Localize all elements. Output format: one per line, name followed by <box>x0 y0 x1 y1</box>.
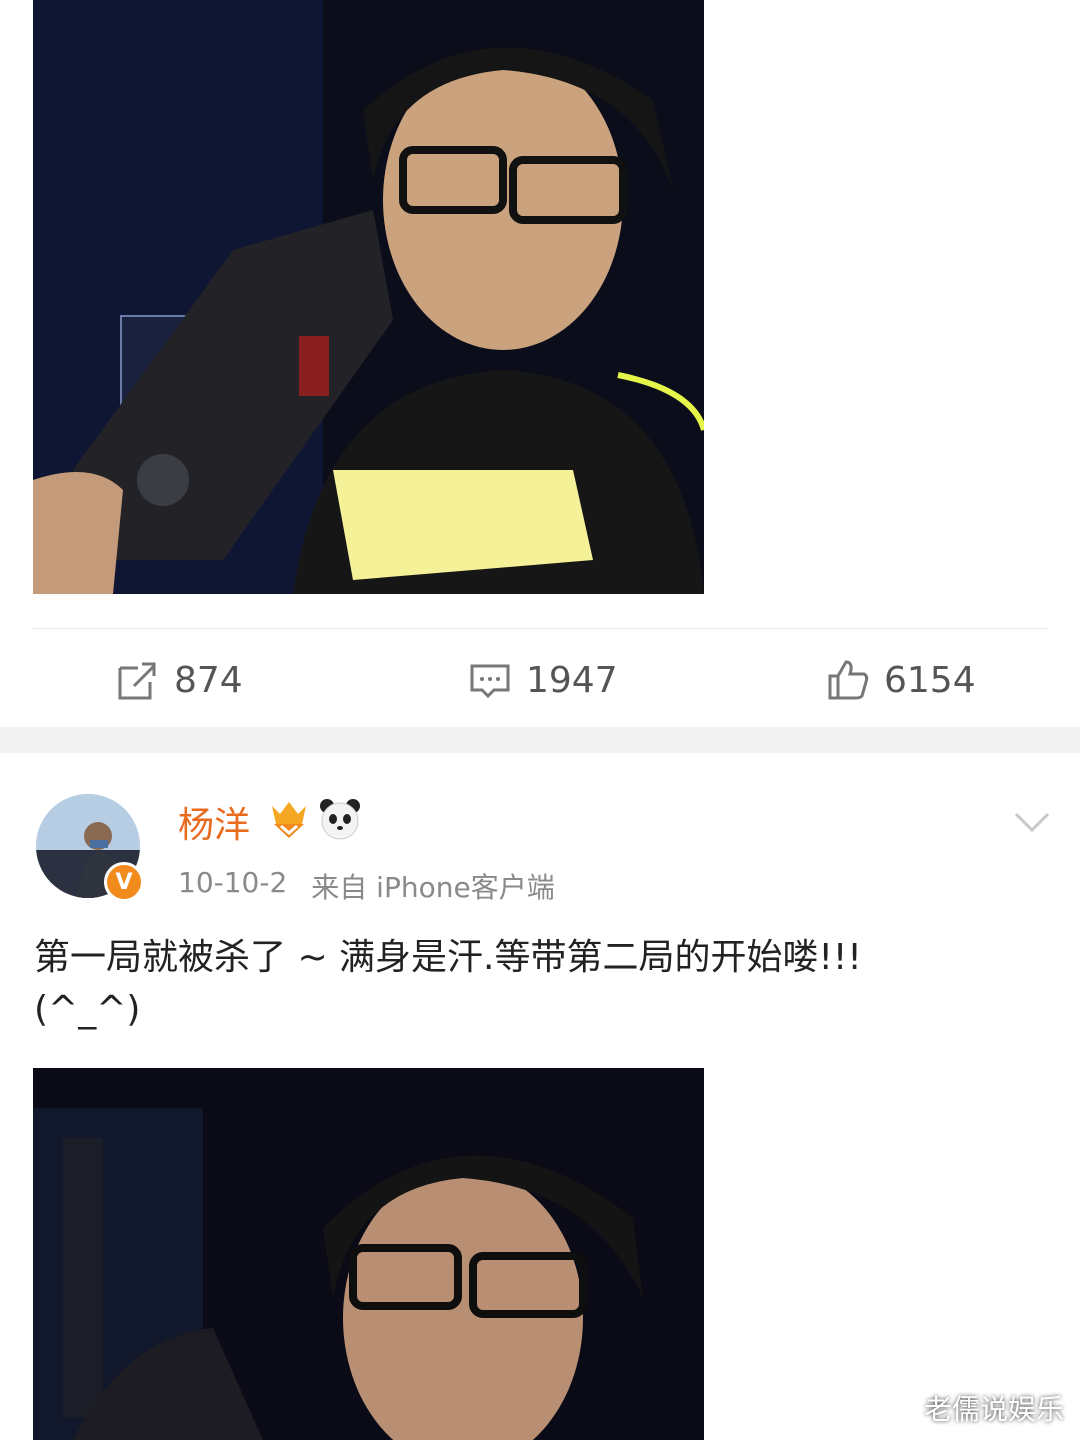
chevron-down-icon[interactable] <box>1010 800 1054 844</box>
watermark: 老儒说娱乐 <box>923 1393 1064 1426</box>
repost-icon <box>118 662 156 700</box>
vip-level-icon[interactable] <box>268 798 310 840</box>
username[interactable]: 杨洋 <box>178 796 250 848</box>
thumbs-up-icon <box>828 660 869 700</box>
repost-button[interactable]: 874 <box>116 640 243 720</box>
post-text-line: (^_^) <box>34 989 141 1030</box>
comment-button[interactable]: 1947 <box>468 640 618 720</box>
post-text-line: 第一局就被杀了 ~ 满身是汗.等带第二局的开始喽!!! <box>34 937 862 978</box>
feed-separator <box>0 727 1080 753</box>
post-meta: 10-10-2 来自 iPhone客户端 <box>178 866 555 906</box>
post-action-bar: 874 1947 6154 <box>0 640 1080 720</box>
post-text: 第一局就被杀了 ~ 满身是汗.等带第二局的开始喽!!! (^_^) <box>34 932 1044 1036</box>
post-photo[interactable] <box>33 1068 704 1440</box>
divider <box>33 628 1047 629</box>
post-source: 来自 iPhone客户端 <box>311 871 555 904</box>
verified-badge: V <box>104 862 144 902</box>
like-button[interactable]: 6154 <box>826 640 976 720</box>
like-count: 6154 <box>884 659 976 701</box>
post-photo[interactable] <box>33 0 704 594</box>
panda-icon <box>320 799 360 840</box>
comment-count: 1947 <box>526 659 618 701</box>
comment-icon <box>470 664 510 699</box>
post-date: 10-10-2 <box>178 866 288 899</box>
repost-count: 874 <box>174 659 243 701</box>
